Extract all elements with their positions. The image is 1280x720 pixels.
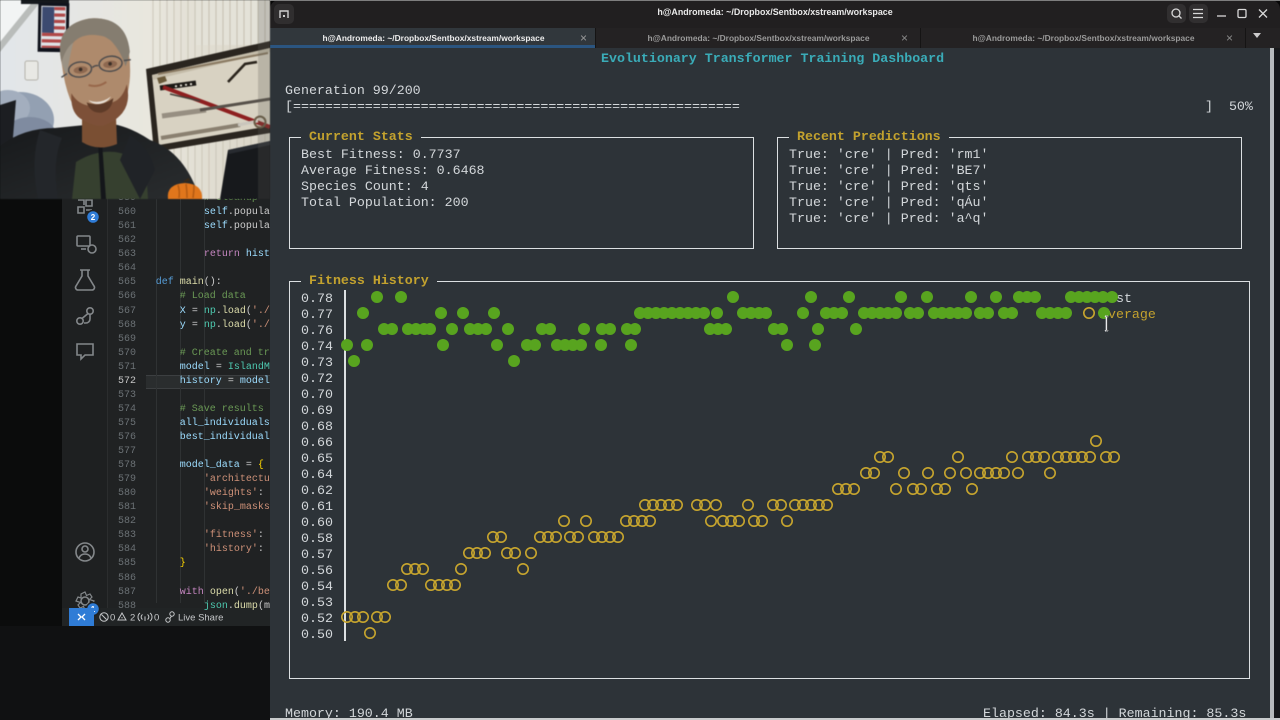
svg-text:2: 2 [130,613,135,624]
svg-text:0: 0 [110,613,115,624]
svg-text:Live Share: Live Share [178,613,223,624]
svg-text:2: 2 [91,213,96,222]
svg-text:0: 0 [154,613,159,624]
